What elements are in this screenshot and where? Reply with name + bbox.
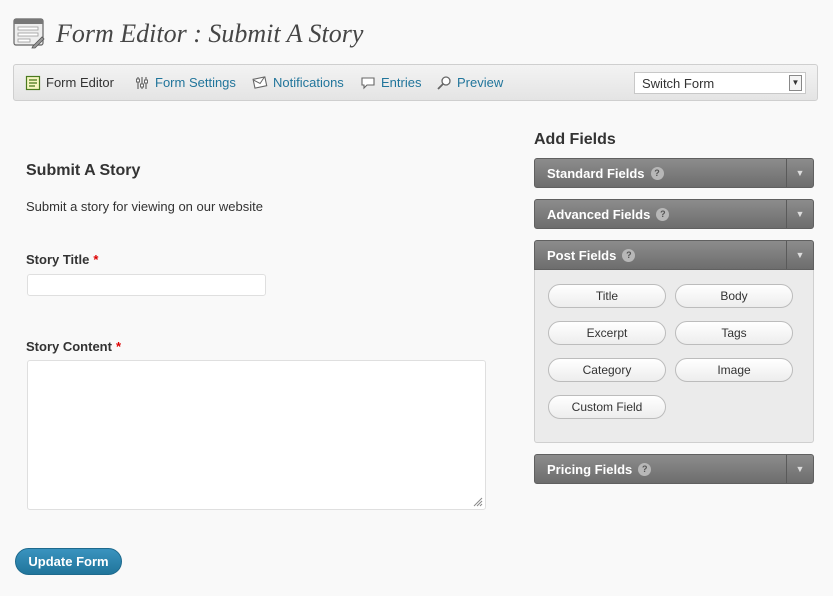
- post-fields-panel: Title Body Excerpt Tags Category Image C…: [534, 270, 814, 443]
- standard-fields-header[interactable]: Standard Fields ? ▼: [534, 158, 814, 188]
- form-editor-icon: [25, 75, 41, 90]
- notifications-icon: [252, 75, 268, 89]
- toolbar-form-editor-label: Form Editor: [46, 75, 114, 90]
- toolbar-form-editor[interactable]: Form Editor: [25, 65, 114, 100]
- advanced-fields-label: Advanced Fields: [547, 206, 651, 222]
- entries-icon: [361, 76, 375, 89]
- form-page-icon: [13, 18, 45, 49]
- standard-fields-label: Standard Fields: [547, 165, 645, 181]
- story-title-input[interactable]: [27, 274, 266, 296]
- preview-icon: [437, 75, 451, 90]
- toolbar-form-settings[interactable]: Form Settings: [134, 65, 236, 100]
- story-title-label: Story Title *: [26, 252, 98, 267]
- required-marker: *: [115, 339, 122, 354]
- add-tags-field-button[interactable]: Tags: [675, 321, 793, 345]
- toolbar-preview[interactable]: Preview: [436, 65, 503, 100]
- switch-form-value: Switch Form: [642, 75, 715, 91]
- help-icon[interactable]: ?: [622, 248, 636, 262]
- add-body-field-button[interactable]: Body: [675, 284, 793, 308]
- help-icon[interactable]: ?: [650, 166, 664, 180]
- add-fields-title: Add Fields: [534, 131, 616, 148]
- advanced-fields-header[interactable]: Advanced Fields ? ▼: [534, 199, 814, 229]
- toolbar-preview-label: Preview: [457, 75, 504, 90]
- pricing-fields-label: Pricing Fields: [547, 461, 633, 477]
- form-toolbar: Form Editor Form Settings Notifications …: [13, 64, 818, 101]
- toolbar-entries-label: Entries: [381, 75, 422, 90]
- page-title: Form Editor : Submit A Story: [56, 19, 364, 48]
- dropdown-arrow-icon: ▼: [789, 75, 802, 91]
- help-icon[interactable]: ?: [656, 207, 670, 221]
- toolbar-notifications-label: Notifications: [273, 75, 344, 90]
- toolbar-notifications[interactable]: Notifications: [252, 65, 344, 100]
- required-marker: *: [93, 252, 99, 267]
- post-fields-label: Post Fields: [547, 247, 617, 263]
- update-form-button[interactable]: Update Form: [15, 548, 122, 575]
- toolbar-form-settings-label: Form Settings: [155, 75, 236, 90]
- form-title: Submit A Story: [26, 162, 141, 179]
- add-title-field-button[interactable]: Title: [548, 284, 666, 308]
- help-icon[interactable]: ?: [638, 462, 652, 476]
- pricing-fields-header[interactable]: Pricing Fields ? ▼: [534, 454, 814, 484]
- form-description: Submit a story for viewing on our websit…: [26, 199, 263, 214]
- add-custom-field-button[interactable]: Custom Field: [548, 395, 666, 419]
- story-content-label-text: Story Content: [26, 339, 112, 354]
- story-content-textarea[interactable]: [27, 360, 486, 510]
- resize-grip-icon[interactable]: [473, 497, 483, 507]
- story-content-label: Story Content *: [26, 339, 121, 354]
- switch-form-select[interactable]: Switch Form ▼: [634, 72, 806, 94]
- toolbar-entries[interactable]: Entries: [360, 65, 421, 100]
- story-title-label-text: Story Title: [26, 252, 90, 267]
- add-excerpt-field-button[interactable]: Excerpt: [548, 321, 666, 345]
- chevron-down-icon: ▼: [786, 241, 813, 269]
- add-image-field-button[interactable]: Image: [675, 358, 793, 382]
- chevron-down-icon: ▼: [786, 455, 813, 483]
- chevron-down-icon: ▼: [786, 200, 813, 228]
- form-settings-icon: [136, 76, 148, 89]
- post-fields-header[interactable]: Post Fields ? ▼: [534, 240, 814, 270]
- add-category-field-button[interactable]: Category: [548, 358, 666, 382]
- chevron-down-icon: ▼: [786, 159, 813, 187]
